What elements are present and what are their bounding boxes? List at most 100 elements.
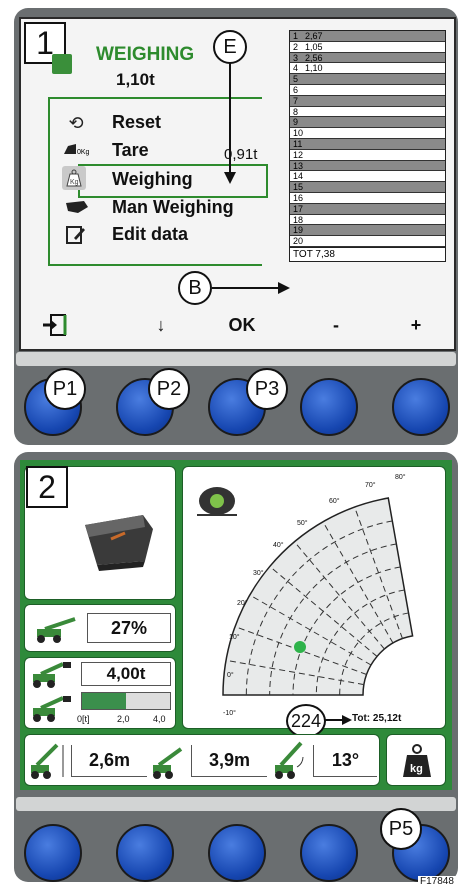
row-number: 9 [293, 117, 299, 128]
menu-item-tare[interactable]: Tare [112, 140, 149, 161]
hw-button-p5-top[interactable] [392, 378, 450, 436]
row-number: 1 [293, 31, 299, 41]
table-row: 8 [290, 107, 445, 118]
weigh-kg-icon: Kg [62, 166, 86, 190]
row-number: 3 [293, 52, 299, 63]
table-row: 19 [290, 225, 445, 237]
reach-icon [153, 747, 183, 779]
weight-kg-icon: kg [403, 744, 431, 777]
hw-button-p4[interactable] [300, 378, 358, 436]
row-number: 10 [293, 128, 304, 139]
bezel-strip-2 [16, 797, 456, 811]
panel-number-2: 2 [26, 466, 68, 508]
menu-item-edit-data[interactable]: Edit data [112, 224, 188, 245]
stability-card: 27% [24, 604, 176, 652]
height-icon [31, 743, 64, 779]
table-total: TOT 7,38 [290, 246, 445, 261]
angle-label: 10° [229, 633, 240, 641]
menu-item-man-weighing[interactable]: Man Weighing [112, 197, 234, 218]
angle-label: 0° [227, 671, 234, 679]
weigh-softkey[interactable]: kg [386, 734, 446, 786]
figure-code: F17848 [418, 876, 456, 887]
angle-label: 50° [297, 519, 308, 527]
stability-percent: 27% [87, 613, 171, 643]
current-weight: 1,10t [116, 70, 155, 89]
divider-bottom [48, 264, 262, 266]
menu-item-reset[interactable]: Reset [112, 112, 161, 133]
load-vehicle-icon-2 [33, 696, 71, 722]
row-number: 19 [293, 225, 304, 236]
row-value: 1,10 [305, 63, 323, 74]
table-row: 5 [290, 74, 445, 85]
menu-item-weighing[interactable]: Weighing [112, 169, 193, 190]
weighing-table: 1 2,67 2 1,05 3 2,56 4 1,10 5 6 7 8 9 10 11 12 13 14 15 16 1… [289, 30, 446, 262]
load-vehicle-icon [33, 662, 71, 688]
angle-value: 13° [313, 745, 377, 777]
bezel-strip-1 [16, 352, 456, 366]
softkey-down[interactable]: ↓ [141, 304, 181, 346]
callout-b: B [178, 271, 212, 305]
angle-icon [275, 741, 304, 779]
total-weight: Tot: 25,12t [352, 713, 402, 724]
angle-label: 20° [237, 599, 248, 607]
row-number: 14 [293, 171, 304, 182]
table-row: 7 [290, 95, 445, 107]
tare-icon-text: 0Kg [77, 149, 90, 156]
angle-label: 30° [253, 569, 264, 577]
load-card: 4,00t 0[t] 2,0 4,0 [24, 657, 176, 729]
row-number: 17 [293, 203, 304, 214]
arrow-e-icon [224, 62, 236, 184]
row-number: 16 [293, 192, 304, 203]
edit-icon [64, 224, 86, 246]
row-number: 18 [293, 214, 304, 225]
row-value: 2,56 [305, 52, 323, 63]
row-number: 7 [293, 95, 299, 106]
kg-small-icon [52, 54, 72, 74]
reset-icon: ⟲ [68, 113, 84, 133]
telehandler-icon [37, 617, 76, 643]
tare-icon: 0Kg [62, 140, 92, 158]
scale-mid: 2,0 [117, 714, 130, 724]
load-bar-fill [82, 693, 126, 709]
table-row: 16 [290, 193, 445, 204]
table-row: 15 [290, 182, 445, 193]
scale-min: 0[t] [77, 714, 90, 724]
table-row: 14 [290, 171, 445, 183]
table-row: 12 [290, 150, 445, 161]
angle-label: 80° [395, 473, 406, 481]
hw-button-b2[interactable] [116, 824, 174, 882]
scale-max: 4,0 [153, 714, 166, 724]
hw-button-b1[interactable] [24, 824, 82, 882]
row-number: 15 [293, 182, 304, 193]
label-p2: P2 [148, 368, 190, 410]
load-position-marker [294, 641, 306, 653]
hw-button-b3[interactable] [208, 824, 266, 882]
softkey-minus[interactable]: - [321, 304, 351, 346]
table-row: 4 1,10 [290, 63, 445, 75]
row-number: 11 [293, 138, 303, 149]
tyre-icon [197, 487, 237, 516]
label-p3: P3 [246, 368, 288, 410]
table-row: 20 [290, 236, 445, 247]
table-row: 10 [290, 128, 445, 139]
softkey-plus[interactable]: + [401, 304, 431, 346]
exit-icon[interactable] [35, 304, 75, 346]
row-number: 2 [293, 41, 299, 52]
arrow-tot-icon [324, 715, 352, 725]
row-number: 8 [293, 106, 299, 117]
row-value: 1,05 [305, 41, 323, 52]
softkey-ok[interactable]: OK [217, 304, 267, 346]
table-row: 18 [290, 215, 445, 226]
reach-value: 3,9m [191, 745, 267, 777]
row-number: 6 [293, 84, 299, 95]
table-row: 13 [290, 160, 445, 172]
angle-label: 60° [329, 497, 340, 505]
angle-label: -10° [223, 709, 236, 717]
row-number: 5 [293, 74, 299, 85]
divider-left [48, 97, 50, 265]
hw-button-b4[interactable] [300, 824, 358, 882]
angle-label: 40° [273, 541, 284, 549]
table-row: 11 [290, 138, 445, 150]
load-chart-card: 80° 70° 60° 50° 40° 30° 20° 10° 0° -10° [182, 466, 446, 729]
hand-icon [64, 199, 90, 215]
